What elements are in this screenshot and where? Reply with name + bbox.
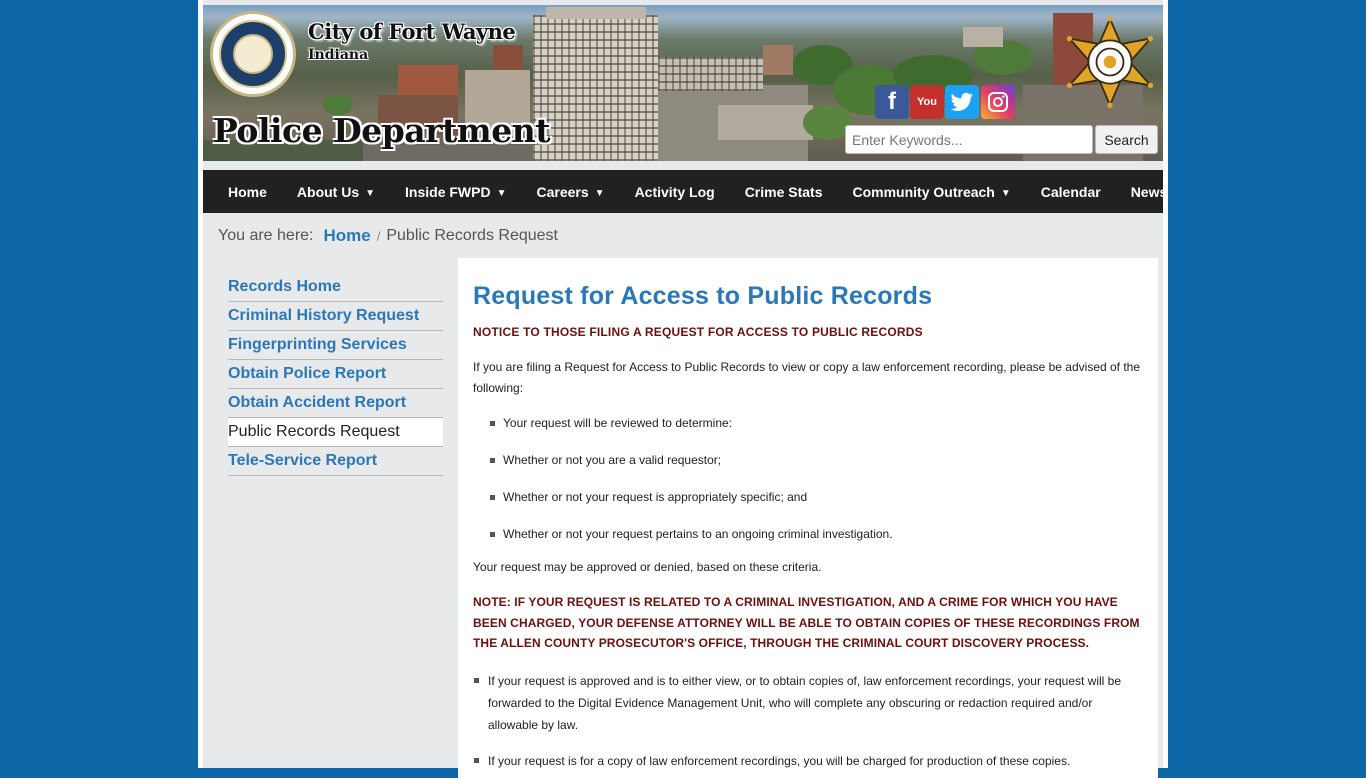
- instagram-icon[interactable]: [981, 85, 1015, 119]
- sidebar-item-obtain-accident-report[interactable]: Obtain Accident Report: [228, 389, 443, 418]
- chevron-down-icon: ▼: [365, 188, 376, 199]
- note-paragraph: NOTE: IF YOUR REQUEST IS RELATED TO A CR…: [473, 595, 1140, 650]
- nav-item-calendar[interactable]: Calendar: [1026, 170, 1116, 213]
- sidebar-item-criminal-history-request[interactable]: Criminal History Request: [228, 302, 443, 331]
- facebook-icon[interactable]: f: [875, 85, 909, 119]
- nav-item-home[interactable]: Home: [203, 170, 282, 213]
- nav-item-community-outreach[interactable]: Community Outreach ▼: [838, 170, 1026, 213]
- nav-label: Crime Stats: [744, 183, 823, 200]
- sidebar-item-tele-service-report[interactable]: Tele-Service Report: [228, 447, 443, 476]
- sidebar-item-public-records-request[interactable]: Public Records Request: [228, 418, 443, 447]
- seal-ring: [219, 20, 287, 88]
- nav-item-crime-stats[interactable]: Crime Stats: [730, 170, 838, 213]
- nav-label: About Us: [296, 183, 360, 200]
- seal-center: [233, 34, 273, 74]
- city-title: City of Fort Wayne: [308, 19, 516, 44]
- nav-label: Community Outreach: [852, 183, 995, 200]
- breadcrumb-home-link[interactable]: Home: [323, 226, 370, 246]
- criteria-paragraph: Your request may be approved or denied, …: [473, 560, 822, 574]
- building-image: [763, 45, 793, 75]
- main-content: Request for Access to Public Records NOT…: [458, 258, 1158, 778]
- page-container: City of Fort Wayne Indiana Police Depart…: [198, 0, 1168, 778]
- intro-paragraph: If you are filing a Request for Access t…: [473, 360, 1141, 395]
- main-nav: Home About Us ▼ Inside FWPD ▼ Careers ▼ Act…: [203, 170, 1167, 213]
- breadcrumb-prefix: You are here:: [218, 227, 314, 244]
- breadcrumb-separator: /: [376, 228, 381, 244]
- list-item: Whether or not you are a valid requestor…: [490, 450, 1143, 471]
- nav-label: Home: [228, 183, 267, 200]
- nav-item-news[interactable]: News: [1116, 170, 1183, 213]
- breadcrumb: You are here: Home / Public Records Requ…: [218, 226, 558, 246]
- list-item: Your request will be reviewed to determi…: [490, 413, 1143, 434]
- building-image: [533, 15, 658, 161]
- building-image: [718, 105, 813, 140]
- chevron-down-icon: ▼: [1000, 188, 1011, 199]
- building-image: [493, 45, 523, 70]
- nav-item-activity-log[interactable]: Activity Log: [620, 170, 730, 213]
- search-button[interactable]: Search: [1095, 125, 1158, 154]
- nav-label: News: [1130, 183, 1168, 200]
- nav-label: Activity Log: [634, 183, 715, 200]
- sidebar-nav: Records Home Criminal History Request Fi…: [228, 273, 443, 476]
- list-item: Whether or not your request is appropria…: [490, 487, 1143, 508]
- nav-item-careers[interactable]: Careers ▼: [522, 170, 620, 213]
- list-item: If your request is approved and is to ei…: [474, 670, 1143, 736]
- list-item: If your request is for a copy of law enf…: [474, 750, 1143, 772]
- chevron-down-icon: ▼: [496, 188, 507, 199]
- sidebar-item-obtain-police-report[interactable]: Obtain Police Report: [228, 360, 443, 389]
- header-banner: City of Fort Wayne Indiana Police Depart…: [203, 5, 1163, 161]
- twitter-bird-glyph: [950, 92, 973, 111]
- instagram-glyph: [988, 92, 1008, 112]
- notice-heading: NOTICE TO THOSE FILING A REQUEST FOR ACC…: [473, 325, 923, 339]
- nav-item-inside-fwpd[interactable]: Inside FWPD ▼: [390, 170, 521, 213]
- building-image: [546, 7, 646, 19]
- twitter-icon[interactable]: [945, 85, 979, 119]
- city-seal-logo: [210, 11, 296, 97]
- nav-label: Calendar: [1040, 183, 1101, 200]
- process-list: If your request is approved and is to ei…: [474, 670, 1143, 772]
- criteria-list: Your request will be reviewed to determi…: [490, 413, 1143, 545]
- search-input[interactable]: [845, 125, 1093, 154]
- city-subtitle: Indiana: [308, 47, 369, 63]
- police-badge-logo: [1066, 16, 1154, 108]
- breadcrumb-current: Public Records Request: [386, 227, 558, 244]
- building-image: [963, 27, 1003, 47]
- department-title: Police Department: [213, 111, 550, 150]
- chevron-down-icon: ▼: [594, 188, 605, 199]
- list-item: Whether or not your request pertains to …: [490, 524, 1143, 545]
- building-image: [658, 57, 763, 91]
- nav-label: Inside FWPD: [405, 183, 491, 200]
- sidebar-item-fingerprinting-services[interactable]: Fingerprinting Services: [228, 331, 443, 360]
- page-title: Request for Access to Public Records: [473, 282, 933, 310]
- nav-item-about-us[interactable]: About Us ▼: [282, 170, 390, 213]
- youtube-icon[interactable]: You: [910, 85, 944, 119]
- nav-label: Careers: [536, 183, 589, 200]
- sidebar-item-records-home[interactable]: Records Home: [228, 273, 443, 302]
